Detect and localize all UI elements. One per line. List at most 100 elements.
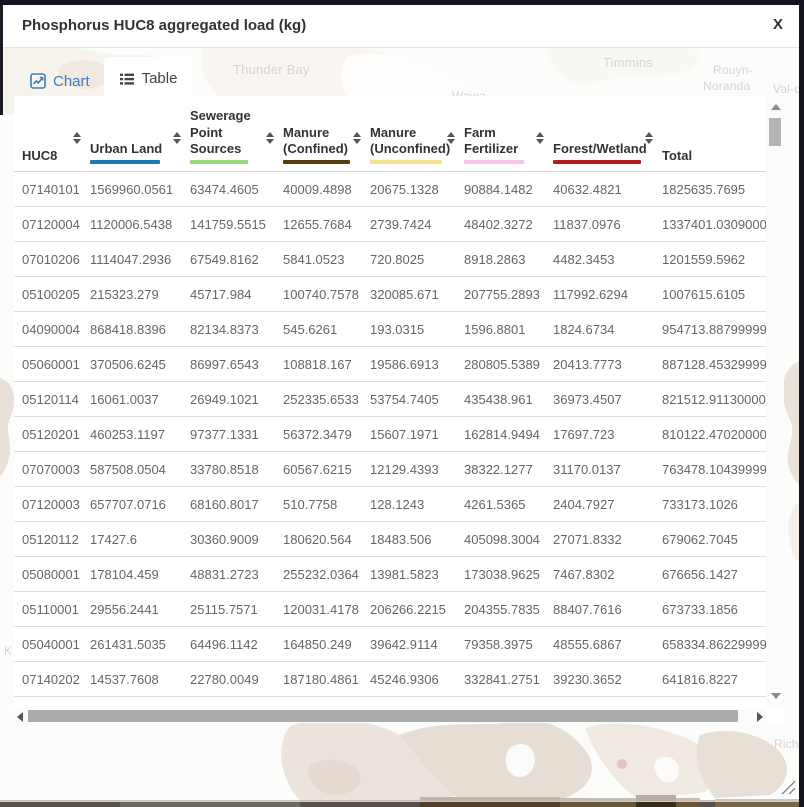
- sort-icon[interactable]: [173, 132, 181, 144]
- cell: 1007615.6105: [654, 277, 766, 312]
- horizontal-scroll-thumb[interactable]: [28, 710, 738, 722]
- column-header-farm-fertilizer[interactable]: Farm Fertilizer: [456, 96, 545, 172]
- cell: 4261.5365: [456, 487, 545, 522]
- frame-left-notch: [0, 5, 3, 115]
- table-row: 0512011217427.630360.9009180620.56418483…: [14, 522, 766, 557]
- cell: 25823.5006: [182, 697, 275, 710]
- column-label: Sewerage Point Sources: [190, 108, 273, 157]
- cell: 48555.6867: [545, 627, 654, 662]
- column-header-forest-wetland[interactable]: Forest/Wetland: [545, 96, 654, 172]
- sort-icon[interactable]: [73, 132, 81, 144]
- column-underline: [370, 160, 442, 164]
- cell: 38322.1277: [456, 452, 545, 487]
- scroll-left-icon[interactable]: [17, 712, 23, 722]
- cell: 53754.7405: [362, 382, 456, 417]
- scroll-down-icon[interactable]: [771, 693, 781, 699]
- cell: 637489.9722: [654, 697, 766, 710]
- table-header-row: HUC8Urban LandSewerage Point SourcesManu…: [14, 96, 766, 172]
- vertical-scrollbar[interactable]: [766, 96, 784, 709]
- table-row: 0511000235636.499525823.5006121576.02562…: [14, 697, 766, 710]
- cell: 17697.723: [545, 417, 654, 452]
- cell-huc8: 07010206: [14, 242, 82, 277]
- column-header-urban-land[interactable]: Urban Land: [82, 96, 182, 172]
- cell: 40632.4821: [545, 172, 654, 207]
- column-label: Farm Fertilizer: [464, 125, 543, 158]
- tab-table[interactable]: Table: [104, 57, 192, 100]
- column-underline: [190, 160, 248, 164]
- cell-huc8: 04090004: [14, 312, 82, 347]
- cell: 435438.961: [456, 382, 545, 417]
- cell: 280805.5389: [456, 347, 545, 382]
- table-row: 05060001370506.624586997.6543108818.1671…: [14, 347, 766, 382]
- column-header-manure-unconfined[interactable]: Manure (Unconfined): [362, 96, 456, 172]
- cell: 14537.7608: [82, 662, 182, 697]
- cell: 763478.10439999: [654, 452, 766, 487]
- column-header-total: Total: [654, 96, 766, 172]
- tab-chart-label: Chart: [53, 73, 90, 90]
- cell: 18483.506: [362, 522, 456, 557]
- column-header-manure-confined[interactable]: Manure (Confined): [275, 96, 362, 172]
- frame-right-edge: [799, 0, 804, 807]
- table-row: 071200041120006.5438141759.551512655.768…: [14, 207, 766, 242]
- cell: 405098.3004: [456, 522, 545, 557]
- sort-icon[interactable]: [353, 132, 361, 144]
- cell: 51907.7233: [545, 697, 654, 710]
- cell: 86997.6543: [182, 347, 275, 382]
- table-row: 0511000129556.244125115.7571120031.41782…: [14, 592, 766, 627]
- table-row: 05080001178104.45948831.2723255232.03641…: [14, 557, 766, 592]
- column-header-huc8[interactable]: HUC8: [14, 96, 82, 172]
- frame-top-edge: [0, 0, 804, 5]
- table-row: 05040001261431.503564496.1142164850.2493…: [14, 627, 766, 662]
- cell: 641816.8227: [654, 662, 766, 697]
- sort-icon[interactable]: [536, 132, 544, 144]
- cell: 40009.4898: [275, 172, 362, 207]
- sort-icon[interactable]: [645, 132, 653, 144]
- cell-huc8: 05110001: [14, 592, 82, 627]
- cell: 954713.88799999: [654, 312, 766, 347]
- scroll-up-icon[interactable]: [771, 104, 781, 110]
- table-row: 07120003657707.071668160.8017510.7758128…: [14, 487, 766, 522]
- cell: 215323.279: [82, 277, 182, 312]
- cell: 193.0315: [362, 312, 456, 347]
- cell: 255232.0364: [275, 557, 362, 592]
- cell: 30360.9009: [182, 522, 275, 557]
- cell-huc8: 05100205: [14, 277, 82, 312]
- column-label: Forest/Wetland: [553, 141, 652, 157]
- column-underline: [553, 160, 641, 164]
- cell: 460253.1197: [82, 417, 182, 452]
- horizontal-scrollbar[interactable]: [14, 709, 766, 723]
- column-header-sewerage-point-sources[interactable]: Sewerage Point Sources: [182, 96, 275, 172]
- cell-huc8: 07120003: [14, 487, 82, 522]
- table-row: 070102061114047.293667549.81625841.05237…: [14, 242, 766, 277]
- column-underline: [90, 160, 160, 164]
- sort-icon[interactable]: [447, 132, 455, 144]
- cell: 658334.86229999: [654, 627, 766, 662]
- scroll-right-icon[interactable]: [757, 712, 763, 722]
- cell: 88407.7616: [545, 592, 654, 627]
- close-button[interactable]: X: [773, 16, 783, 33]
- cell: 20675.1328: [362, 172, 456, 207]
- cell: 97377.1331: [182, 417, 275, 452]
- modal-header: Phosphorus HUC8 aggregated load (kg) X: [2, 5, 799, 48]
- cell: 20413.7773: [545, 347, 654, 382]
- cell: 887128.45329999: [654, 347, 766, 382]
- cell: 64496.1142: [182, 627, 275, 662]
- table-row: 07070003587508.050433780.851860567.62151…: [14, 452, 766, 487]
- cell: 2404.7927: [545, 487, 654, 522]
- cell: 35636.4995: [82, 697, 182, 710]
- cell: 1201559.5962: [654, 242, 766, 277]
- cell: 370506.6245: [82, 347, 182, 382]
- cell: 17427.6: [82, 522, 182, 557]
- vertical-scroll-thumb[interactable]: [769, 118, 781, 146]
- cell: 868418.8396: [82, 312, 182, 347]
- cell: 720.8025: [362, 242, 456, 277]
- cell: 29556.2441: [82, 592, 182, 627]
- tab-chart[interactable]: Chart: [30, 63, 90, 99]
- cell: 31170.0137: [545, 452, 654, 487]
- cell: 510.7758: [275, 487, 362, 522]
- cell-huc8: 05040001: [14, 627, 82, 662]
- sort-icon[interactable]: [266, 132, 274, 144]
- cell: 173038.9625: [456, 557, 545, 592]
- cell: 33780.8518: [182, 452, 275, 487]
- cell: 2739.7424: [362, 207, 456, 242]
